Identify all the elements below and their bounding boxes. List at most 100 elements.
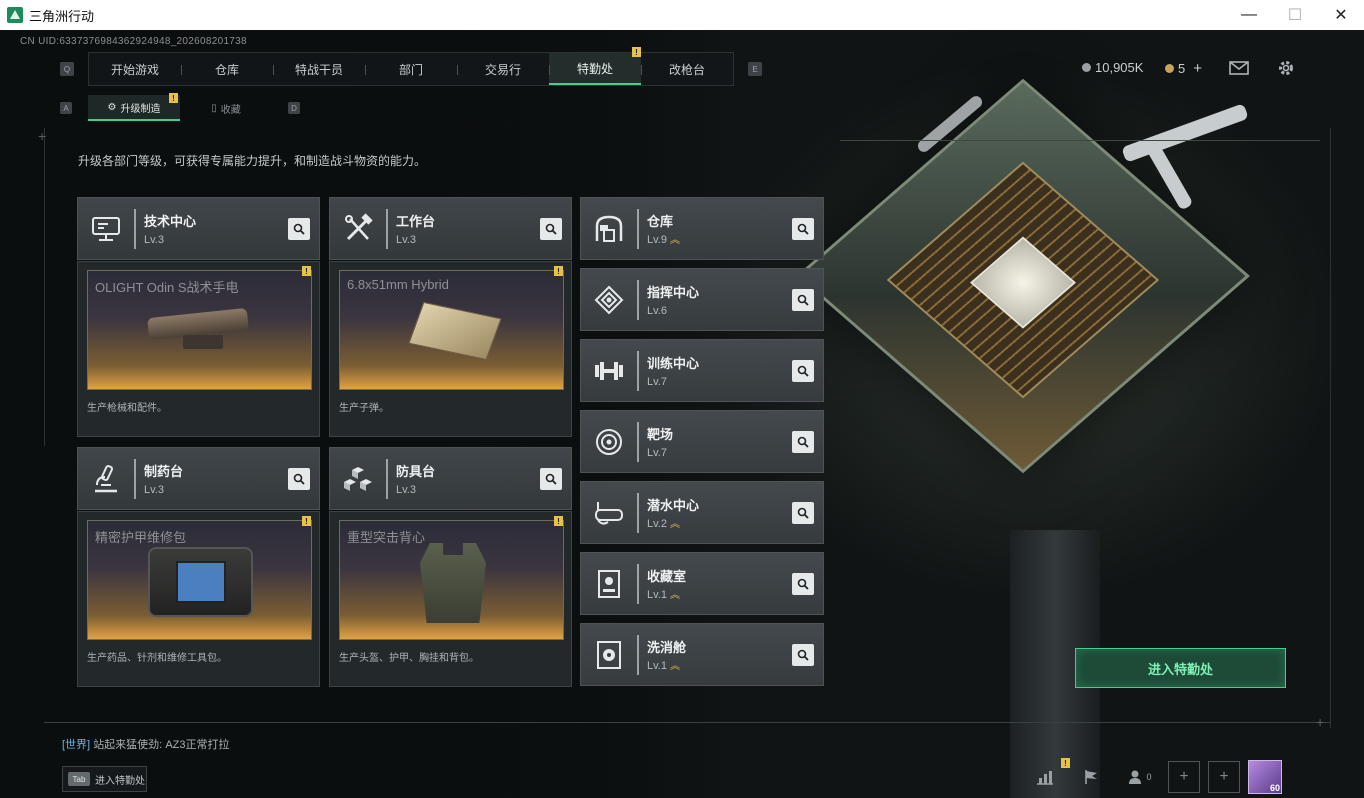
- robot-arm: [1121, 103, 1249, 163]
- craft-caption: 生产子弹。: [339, 403, 389, 414]
- craft-card-workbench[interactable]: 6.8x51mm Hybrid ! 生产子弹。: [329, 261, 572, 437]
- add-gold-button[interactable]: +: [1193, 60, 1202, 77]
- dept-name: 靶场: [647, 427, 674, 442]
- subnav-prev-key[interactable]: A: [60, 102, 72, 114]
- close-button[interactable]: ✕: [1318, 0, 1364, 30]
- dept-tech-center[interactable]: 技术中心 Lv.3: [77, 197, 320, 260]
- dept-level: Lv.7: [647, 376, 667, 388]
- dept-pharmacy[interactable]: 制药台 Lv.3: [77, 447, 320, 510]
- subnav-next-key[interactable]: D: [288, 102, 300, 114]
- tab-operators[interactable]: 特战干员: [273, 53, 365, 85]
- craft-card-pharmacy[interactable]: 精密护甲维修包 ! 生产药品、针剂和维修工具包。: [77, 511, 320, 687]
- tab-special-ops[interactable]: 特勤处 !: [549, 47, 641, 85]
- dept-training-center[interactable]: 训练中心 Lv.7: [580, 339, 824, 402]
- radiation-icon: [581, 623, 637, 686]
- search-button[interactable]: [540, 217, 562, 240]
- nav-next-key[interactable]: E: [748, 62, 762, 76]
- dept-command-center[interactable]: 指挥中心 Lv.6: [580, 268, 824, 331]
- search-icon: [797, 578, 809, 590]
- chat-message: AZ3正常打拉: [165, 739, 230, 751]
- craft-caption: 生产药品、针剂和维修工具包。: [87, 653, 227, 664]
- repair-kit-screen: [176, 561, 226, 603]
- game-viewport: CN UID:6337376984362924948_202608201738 …: [0, 30, 1364, 798]
- stats-chart-icon[interactable]: !: [1028, 758, 1070, 794]
- search-button[interactable]: [540, 467, 562, 490]
- tab-warehouse[interactable]: 仓库: [181, 53, 273, 85]
- notification-badge: !: [1061, 758, 1070, 768]
- window-title: 三角洲行动: [29, 8, 95, 24]
- tab-hint-label: 进入特勤处: [95, 775, 145, 787]
- dept-level: Lv.1: [647, 589, 667, 601]
- add-slot-button[interactable]: +: [1208, 761, 1240, 793]
- tab-trading[interactable]: 交易行: [457, 53, 549, 85]
- target-icon: [581, 410, 637, 473]
- dept-level: Lv.6: [647, 305, 667, 317]
- mail-icon[interactable]: [1228, 58, 1250, 78]
- silver-amount: 10,905K: [1095, 60, 1144, 75]
- craft-icon: ⚙: [107, 101, 117, 113]
- craft-item-image: 精密护甲维修包: [87, 520, 312, 640]
- dept-collection-room[interactable]: 收藏室 Lv.1 ︽: [580, 552, 824, 615]
- dept-name: 洗消舱: [647, 640, 687, 655]
- friends-count: 0: [1146, 772, 1152, 782]
- dept-diving-center[interactable]: 潜水中心 Lv.2 ︽: [580, 481, 824, 544]
- notification-badge: !: [554, 516, 563, 526]
- subtab-upgrade-craft-label: 升级制造: [120, 103, 161, 115]
- frame-line: [44, 128, 45, 446]
- search-icon: [797, 507, 809, 519]
- frame-line: [44, 722, 1330, 723]
- search-button[interactable]: [288, 467, 310, 490]
- notification-badge: !: [554, 266, 563, 276]
- dept-workbench[interactable]: 工作台 Lv.3: [329, 197, 572, 260]
- dept-name: 潜水中心: [647, 498, 700, 513]
- silver-currency: 10,905K: [1082, 60, 1143, 75]
- search-button[interactable]: [792, 501, 814, 524]
- search-button[interactable]: [792, 572, 814, 595]
- search-button[interactable]: [792, 288, 814, 311]
- search-icon: [797, 436, 809, 448]
- settings-gear-icon[interactable]: [1275, 58, 1297, 78]
- tab-departments[interactable]: 部门: [365, 53, 457, 85]
- gold-currency: 5 +: [1165, 60, 1202, 77]
- corner-marker: +: [38, 128, 47, 144]
- cube-core: [970, 236, 1076, 329]
- subtab-collection[interactable]: ▯ 收藏: [180, 95, 272, 121]
- search-button[interactable]: [792, 217, 814, 240]
- player-avatar[interactable]: 60: [1248, 760, 1282, 794]
- craft-card-tech-center[interactable]: OLIGHT Odin S战术手电 ! 生产枪械和配件。: [77, 261, 320, 437]
- dept-storage[interactable]: 仓库 Lv.9 ︽: [580, 197, 824, 260]
- world-chat-line[interactable]: [世界] 站起来猛使劲: AZ3正常打拉: [62, 736, 230, 752]
- divider: [386, 458, 388, 499]
- nav-prev-key[interactable]: Q: [60, 62, 74, 76]
- computer-icon: [78, 197, 134, 260]
- search-button[interactable]: [792, 430, 814, 453]
- dept-name: 工作台: [396, 214, 436, 229]
- chat-channel: [世界]: [62, 739, 91, 751]
- minimize-button[interactable]: —: [1226, 0, 1272, 30]
- tab-start-game[interactable]: 开始游戏: [89, 53, 181, 85]
- main-tabs: 开始游戏 仓库 特战干员 部门 交易行 特勤处 ! 改枪台: [88, 47, 734, 86]
- craft-card-armor-bench[interactable]: 重型突击背心 ! 生产头盔、护甲、胸挂和背包。: [329, 511, 572, 687]
- dept-name: 制药台: [144, 464, 184, 479]
- tab-enter-hint[interactable]: Tab 进入特勤处: [62, 766, 147, 792]
- dept-shooting-range[interactable]: 靶场 Lv.7: [580, 410, 824, 473]
- dept-level: Lv.7: [647, 447, 667, 459]
- craft-item-name: OLIGHT Odin S战术手电: [95, 280, 239, 295]
- dept-armor-bench[interactable]: 防具台 Lv.3: [329, 447, 572, 510]
- mount-part: [183, 335, 223, 349]
- subtab-upgrade-craft[interactable]: ⚙ 升级制造 !: [88, 93, 180, 121]
- search-button[interactable]: [792, 359, 814, 382]
- search-icon: [545, 223, 557, 235]
- friends-icon[interactable]: 0: [1120, 760, 1160, 794]
- tab-gunsmith[interactable]: 改枪台: [641, 53, 733, 85]
- enter-special-ops-button[interactable]: 进入特勤处: [1075, 648, 1286, 688]
- dept-level: Lv.3: [396, 234, 416, 246]
- maximize-button[interactable]: ☐: [1272, 0, 1318, 30]
- notification-badge: !: [302, 266, 311, 276]
- flag-icon[interactable]: [1074, 760, 1108, 794]
- search-button[interactable]: [792, 643, 814, 666]
- dept-name: 收藏室: [647, 569, 687, 584]
- add-slot-button[interactable]: +: [1168, 761, 1200, 793]
- search-button[interactable]: [288, 217, 310, 240]
- dept-decon-chamber[interactable]: 洗消舱 Lv.1 ︽: [580, 623, 824, 686]
